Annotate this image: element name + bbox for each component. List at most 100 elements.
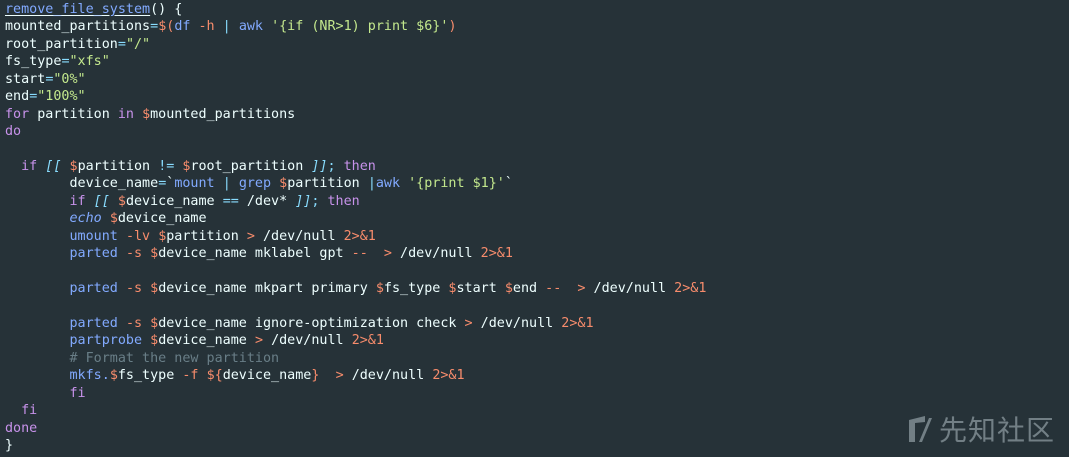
code-token: partition xyxy=(29,106,118,122)
code-token: mounted_partitions xyxy=(150,106,296,122)
code-token: if xyxy=(21,158,38,174)
code-token: # Format the new partition xyxy=(5,350,280,366)
code-token: -s xyxy=(125,315,151,331)
code-token: done xyxy=(5,420,38,436)
code-token: device_name xyxy=(158,333,255,349)
code-line: if [[ $partition != $root_partition ]]; … xyxy=(5,158,1069,175)
code-token: fi xyxy=(69,385,86,401)
code-token: $ xyxy=(69,158,78,174)
code-token: ; xyxy=(327,158,344,174)
code-token: == xyxy=(222,193,239,209)
code-token: /dev/null xyxy=(351,368,433,384)
code-token: ]] xyxy=(295,193,312,209)
code-token: > xyxy=(464,315,481,331)
code-token: remove_file_system xyxy=(5,2,151,17)
code-line: for partition in $mounted_partitions xyxy=(5,106,1069,123)
code-token: fi xyxy=(21,403,38,419)
code-token: device_name xyxy=(117,211,207,227)
code-token: device_name xyxy=(5,176,159,192)
code-token: partition xyxy=(287,176,368,192)
code-line: remove_file_system() { xyxy=(5,1,1069,18)
code-token: start xyxy=(5,71,46,87)
code-token: ]] xyxy=(311,158,328,174)
code-token: mount xyxy=(174,176,223,192)
code-token: parted xyxy=(69,246,126,262)
code-line: parted -s $device_name ignore-optimizati… xyxy=(5,315,1069,332)
code-token: /dev/null xyxy=(263,228,344,244)
code-token: device_name xyxy=(125,193,223,209)
code-token: -h xyxy=(198,19,215,35)
code-token: device_name ignore-optimization check xyxy=(158,315,465,331)
code-token: awk xyxy=(238,19,272,35)
code-token: = xyxy=(117,36,126,52)
code-line: partprobe $device_name > /dev/null 2>&1 xyxy=(5,332,1069,349)
code-line: start="0%" xyxy=(5,71,1069,88)
code-token: '{print $1}' xyxy=(408,176,505,192)
code-token: device_name mkpart primary xyxy=(158,281,376,296)
code-token: > xyxy=(335,368,352,384)
code-token: > xyxy=(254,333,272,349)
code-token: ` xyxy=(504,176,513,192)
code-token: 2>&1 xyxy=(674,281,707,296)
code-token: /dev/null xyxy=(271,333,352,349)
code-token: "xfs" xyxy=(69,54,110,70)
code-token: -s xyxy=(125,246,151,262)
code-token: [[ xyxy=(85,193,118,209)
code-token: | xyxy=(222,176,239,192)
code-token: 2>&1 xyxy=(432,368,465,384)
code-block[interactable]: remove_file_system() { mounted_partitions… xyxy=(5,1,1069,454)
code-line: parted -s $device_name mkpart primary $f… xyxy=(5,280,1069,297)
code-token: $ xyxy=(279,176,288,192)
code-token: fs_type xyxy=(383,281,449,296)
code-token: start xyxy=(456,281,505,296)
code-token: > xyxy=(383,246,401,262)
code-token: 2>&1 xyxy=(351,333,384,349)
code-token: /dev* xyxy=(238,193,296,209)
code-token: ) xyxy=(448,19,457,35)
code-token: df xyxy=(174,19,199,35)
code-token: $ xyxy=(150,315,159,331)
code-token: /dev/null xyxy=(400,246,481,262)
code-token: fs_type xyxy=(5,54,62,70)
code-line: do xyxy=(5,123,1069,140)
code-token: do xyxy=(5,124,22,140)
code-token: [[ xyxy=(37,158,70,174)
code-token: ; xyxy=(311,193,328,209)
code-token: for xyxy=(5,106,30,122)
code-token: "100%" xyxy=(37,89,86,105)
code-token: end xyxy=(512,281,546,296)
code-token: awk xyxy=(375,176,409,192)
code-token: partition xyxy=(77,158,159,174)
code-token: $ xyxy=(117,193,126,209)
code-line: # Format the new partition xyxy=(5,350,1069,367)
code-token: grep xyxy=(238,176,280,192)
code-token: device_name mklabel gpt xyxy=(158,246,352,262)
code-token: partprobe xyxy=(69,333,151,349)
code-token: $ xyxy=(504,281,513,296)
code-token: 2>&1 xyxy=(343,228,376,244)
code-line: device_name=`mount | grep $partition |aw… xyxy=(5,175,1069,192)
code-token: parted xyxy=(69,315,126,331)
code-token: -s xyxy=(125,281,151,296)
xianzhi-logo-icon xyxy=(907,414,933,444)
code-token: } xyxy=(5,437,14,453)
code-editor[interactable]: remove_file_system() { mounted_partitions… xyxy=(0,0,1069,457)
code-token: > xyxy=(246,228,263,244)
code-token: -lv xyxy=(125,228,159,244)
code-token: then xyxy=(327,193,360,209)
code-token: $ xyxy=(375,281,384,296)
